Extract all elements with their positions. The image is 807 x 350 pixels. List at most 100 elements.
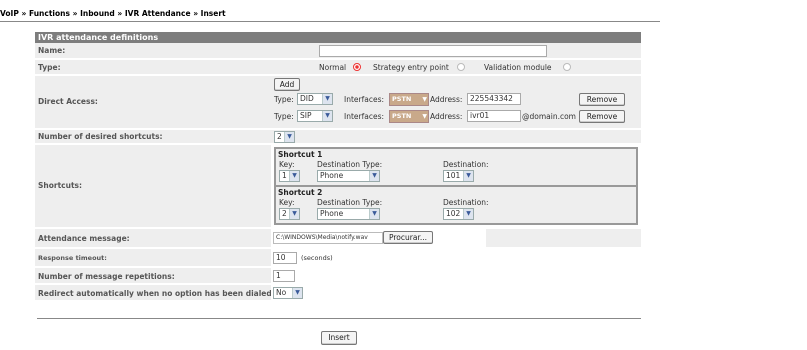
da2-interfaces-label: Interfaces: bbox=[344, 112, 385, 121]
chevron-down-icon: ▼ bbox=[292, 288, 302, 298]
chevron-down-icon: ▼ bbox=[289, 209, 299, 219]
chevron-down-icon: ▼ bbox=[369, 171, 379, 181]
breadcrumb-insert: Insert bbox=[200, 9, 226, 18]
shortcut-2-title: Shortcut 2 bbox=[278, 188, 323, 197]
da1-interface-select[interactable]: PSTN ▼ bbox=[389, 93, 429, 106]
shortcut-1-dest-value: 101 bbox=[446, 171, 461, 180]
type-validation-label: Validation module bbox=[484, 63, 552, 72]
da1-remove-button[interactable]: Remove bbox=[579, 93, 625, 106]
type-normal-label: Normal bbox=[319, 63, 347, 72]
bottom-divider bbox=[37, 318, 641, 319]
chevron-down-icon: ▼ bbox=[463, 171, 473, 181]
da2-address-label: Address: bbox=[430, 112, 463, 121]
shortcut-2-key-value: 2 bbox=[282, 209, 287, 218]
breadcrumb-separator: » bbox=[21, 9, 27, 18]
da1-address-input[interactable]: 225543342 bbox=[467, 93, 521, 105]
attendance-message-file-input[interactable]: C:\WINDOWS\Media\notify.wav bbox=[273, 232, 383, 244]
type-strategy-radio[interactable] bbox=[457, 63, 465, 71]
da1-interface-value: PSTN bbox=[392, 95, 412, 103]
shortcuts-row: Shortcuts: Shortcut 1 Key: Destination T… bbox=[35, 145, 641, 229]
type-validation-radio[interactable] bbox=[563, 63, 571, 71]
breadcrumb-ivr-attendance[interactable]: IVR Attendance bbox=[125, 9, 191, 18]
shortcut-1-dest-select[interactable]: 101 ▼ bbox=[443, 170, 474, 182]
shortcuts-label: Shortcuts: bbox=[38, 181, 83, 190]
type-normal-radio[interactable] bbox=[353, 63, 361, 71]
form-header: IVR attendance definitions bbox=[35, 32, 641, 43]
direct-access-row: Direct Access: Add Type: DID ▼ Interface… bbox=[35, 76, 641, 130]
shortcut-1-key-label: Key: bbox=[279, 160, 295, 169]
da1-interfaces-label: Interfaces: bbox=[344, 95, 385, 104]
chevron-down-icon: ▼ bbox=[284, 132, 294, 142]
browse-button[interactable]: Procurar... bbox=[383, 231, 433, 244]
response-timeout-label: Response timeout: bbox=[38, 254, 107, 262]
type-row: Type: Normal Strategy entry point Valida… bbox=[35, 60, 641, 76]
redirect-label: Redirect automatically when no option ha… bbox=[38, 289, 275, 298]
shortcut-1-key-value: 1 bbox=[282, 171, 287, 180]
shortcut-2-dest-type-select[interactable]: Phone ▼ bbox=[317, 208, 380, 220]
shortcut-1-dest-type-label: Destination Type: bbox=[317, 160, 383, 169]
da2-address-input[interactable]: ivr01 bbox=[467, 110, 521, 122]
num-shortcuts-row: Number of desired shortcuts: 2 ▼ bbox=[35, 130, 641, 145]
da1-type-select[interactable]: DID ▼ bbox=[297, 93, 333, 105]
breadcrumb-separator: » bbox=[193, 9, 199, 18]
da2-interface-select[interactable]: PSTN ▼ bbox=[389, 110, 429, 123]
num-shortcuts-select[interactable]: 2 ▼ bbox=[274, 131, 295, 143]
da2-type-select[interactable]: SIP ▼ bbox=[297, 110, 333, 122]
shortcut-2-dest-value: 102 bbox=[446, 209, 461, 218]
da2-domain-suffix: @domain.com bbox=[522, 112, 576, 121]
num-shortcuts-label: Number of desired shortcuts: bbox=[38, 132, 163, 141]
da1-type-label: Type: bbox=[274, 95, 294, 104]
da2-type-label: Type: bbox=[274, 112, 294, 121]
da2-remove-button[interactable]: Remove bbox=[579, 110, 625, 123]
breadcrumb-functions[interactable]: Functions bbox=[29, 9, 70, 18]
insert-button[interactable]: Insert bbox=[321, 331, 357, 345]
repetitions-row: Number of message repetitions: 1 bbox=[35, 268, 641, 285]
da1-address-label: Address: bbox=[430, 95, 463, 104]
attendance-message-row: Attendance message: C:\WINDOWS\Media\not… bbox=[35, 229, 641, 249]
response-timeout-row: Response timeout: 10 (seconds) bbox=[35, 249, 641, 268]
attendance-message-label: Attendance message: bbox=[38, 234, 130, 243]
add-button[interactable]: Add bbox=[274, 78, 300, 91]
name-row: Name: bbox=[35, 43, 641, 60]
response-timeout-unit: (seconds) bbox=[301, 254, 333, 262]
shortcut-1-dest-type-value: Phone bbox=[320, 171, 344, 180]
redirect-row: Redirect automatically when no option ha… bbox=[35, 285, 641, 302]
shortcut-1-dest-label: Destination: bbox=[443, 160, 489, 169]
name-input[interactable] bbox=[319, 45, 547, 57]
chevron-down-icon: ▼ bbox=[422, 96, 427, 103]
shortcut-1-dest-type-select[interactable]: Phone ▼ bbox=[317, 170, 380, 182]
type-label: Type: bbox=[38, 63, 61, 72]
shortcut-1-title: Shortcut 1 bbox=[278, 150, 323, 159]
chevron-down-icon: ▼ bbox=[422, 113, 427, 120]
chevron-down-icon: ▼ bbox=[369, 209, 379, 219]
da2-interface-value: PSTN bbox=[392, 112, 412, 120]
repetitions-input[interactable]: 1 bbox=[273, 270, 295, 282]
shortcut-2-dest-type-value: Phone bbox=[320, 209, 344, 218]
shortcut-2-dest-label: Destination: bbox=[443, 198, 489, 207]
redirect-select[interactable]: No ▼ bbox=[273, 287, 303, 299]
response-timeout-input[interactable]: 10 bbox=[273, 252, 297, 264]
type-strategy-label: Strategy entry point bbox=[373, 63, 449, 72]
breadcrumb: VoIP » Functions » Inbound » IVR Attenda… bbox=[0, 9, 226, 18]
shortcut-2-dest-type-label: Destination Type: bbox=[317, 198, 383, 207]
shortcut-2-box: Shortcut 2 Key: Destination Type: Destin… bbox=[274, 185, 638, 225]
shortcut-2-key-select[interactable]: 2 ▼ bbox=[279, 208, 300, 220]
shortcut-2-dest-select[interactable]: 102 ▼ bbox=[443, 208, 474, 220]
breadcrumb-voip[interactable]: VoIP bbox=[0, 9, 19, 18]
repetitions-label: Number of message repetitions: bbox=[38, 272, 175, 281]
shortcut-2-key-label: Key: bbox=[279, 198, 295, 207]
name-label: Name: bbox=[38, 46, 66, 55]
redirect-value: No bbox=[276, 288, 287, 297]
breadcrumb-separator: » bbox=[72, 9, 78, 18]
chevron-down-icon: ▼ bbox=[463, 209, 473, 219]
top-divider bbox=[0, 21, 660, 22]
chevron-down-icon: ▼ bbox=[322, 94, 332, 104]
ivr-form: IVR attendance definitions Name: Type: N… bbox=[35, 32, 641, 302]
breadcrumb-inbound[interactable]: Inbound bbox=[80, 9, 115, 18]
shortcut-1-key-select[interactable]: 1 ▼ bbox=[279, 170, 300, 182]
chevron-down-icon: ▼ bbox=[289, 171, 299, 181]
num-shortcuts-value: 2 bbox=[277, 132, 282, 141]
breadcrumb-separator: » bbox=[117, 9, 123, 18]
da2-type-value: SIP bbox=[300, 111, 312, 120]
shortcut-1-box: Shortcut 1 Key: Destination Type: Destin… bbox=[274, 147, 638, 187]
